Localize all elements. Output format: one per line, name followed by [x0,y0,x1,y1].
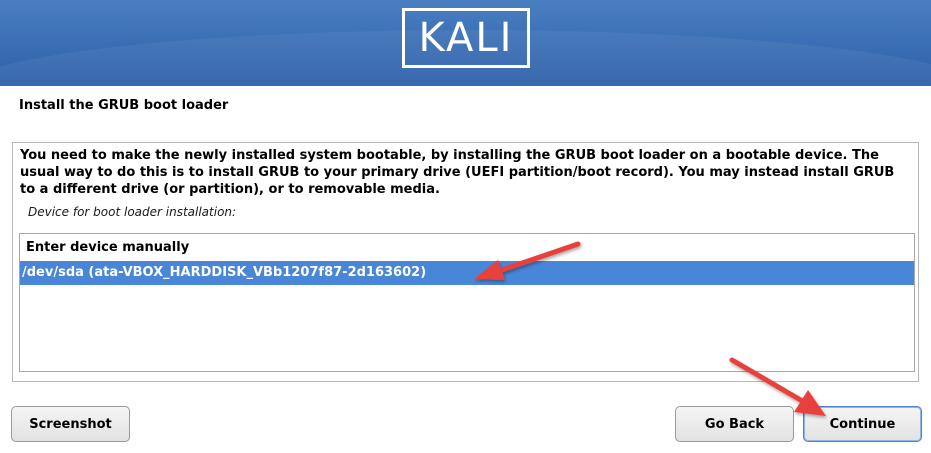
go-back-button[interactable]: Go Back [675,406,794,442]
boot-device-listbox[interactable]: Enter device manually /dev/sda (ata-VBOX… [19,233,915,372]
continue-button[interactable]: Continue [803,406,922,442]
kali-logo: KALI [402,8,530,68]
question-label: Device for boot loader installation: [28,205,237,219]
dialog-title: Install the GRUB boot loader [19,98,229,113]
kali-banner: KALI [0,0,931,86]
screenshot-button[interactable]: Screenshot [11,406,130,442]
description-text: You need to make the newly installed sys… [20,148,895,197]
list-item-enter-manually[interactable]: Enter device manually [20,236,914,260]
list-item-dev-sda[interactable]: /dev/sda (ata-VBOX_HARDDISK_VBb1207f87-2… [20,261,914,285]
